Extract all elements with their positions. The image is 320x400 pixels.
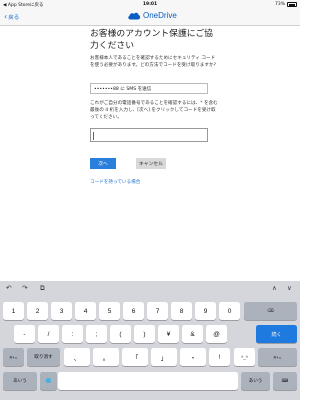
space-key[interactable] xyxy=(58,372,238,390)
backspace-key[interactable]: ⌫ xyxy=(244,302,297,320)
hide-keyboard-key[interactable]: ⌨ xyxy=(273,372,297,390)
description-text: お客様本人であることを確認するためにセキュリティ コードを使う必要があります。ど… xyxy=(90,56,217,69)
key-ampersand[interactable]: & xyxy=(182,325,203,343)
nav-bar: ‹ 戻る OneDrive xyxy=(0,9,300,26)
kana-key-right[interactable]: あいう xyxy=(241,372,270,390)
chevron-left-icon: ‹ xyxy=(4,12,8,21)
battery-percent: 73% xyxy=(274,2,285,7)
cancel-button[interactable]: キャンセル xyxy=(136,158,166,169)
key-bracket-close[interactable]: 」 xyxy=(151,348,177,366)
redo-icon[interactable]: ↷ xyxy=(22,284,27,292)
key-period-jp[interactable]: 。 xyxy=(93,348,119,366)
key-comma-jp[interactable]: 、 xyxy=(64,348,90,366)
clock: 19:01 xyxy=(142,2,158,7)
key-colon[interactable]: : xyxy=(62,325,83,343)
keyboard-toolbar: ↶ ↷ ⧉ ∧ ∨ xyxy=(0,281,300,296)
next-button[interactable]: 次へ xyxy=(90,158,116,169)
page-title: お客様のアカウント保護にご協力ください xyxy=(90,29,213,51)
symbols-key-left[interactable]: #+= xyxy=(3,348,24,366)
key-9[interactable]: 9 xyxy=(195,302,216,320)
paste-icon[interactable]: ⧉ xyxy=(40,284,45,293)
keyboard-hide-icon: ⌨ xyxy=(281,378,289,383)
key-middle-dot[interactable]: ・ xyxy=(180,348,206,366)
key-5[interactable]: 5 xyxy=(99,302,120,320)
key-1[interactable]: 1 xyxy=(3,302,24,320)
onedrive-brand: OneDrive xyxy=(127,11,177,20)
brand-title: OneDrive xyxy=(143,11,177,20)
method-selected-value: •••••••88 に SMS を送信 xyxy=(94,86,152,92)
key-at[interactable]: @ xyxy=(206,325,227,343)
kana-key-left[interactable]: あいう xyxy=(3,372,37,390)
status-bar: ◀ App Storeに戻る 19:01 73% xyxy=(0,0,300,9)
key-2[interactable]: 2 xyxy=(27,302,48,320)
kaomoji-key[interactable]: ^_^ xyxy=(234,348,255,366)
back-label: 戻る xyxy=(8,15,20,21)
verification-method-select[interactable]: •••••••88 に SMS を送信 xyxy=(90,83,208,94)
cloud-icon xyxy=(128,12,141,20)
key-6[interactable]: 6 xyxy=(123,302,144,320)
globe-icon: 🌐 xyxy=(45,378,52,383)
battery-icon xyxy=(287,2,297,7)
globe-key[interactable]: 🌐 xyxy=(40,372,57,390)
undo-key[interactable]: 取り消す xyxy=(27,348,60,366)
chevron-down-icon[interactable]: ∨ xyxy=(287,284,292,292)
key-semicolon[interactable]: ; xyxy=(86,325,107,343)
key-paren-close[interactable]: ) xyxy=(134,325,155,343)
chevron-up-icon[interactable]: ∧ xyxy=(272,284,277,292)
key-slash[interactable]: / xyxy=(38,325,59,343)
key-7[interactable]: 7 xyxy=(147,302,168,320)
symbols-key-right[interactable]: #+= xyxy=(258,348,297,366)
key-8[interactable]: 8 xyxy=(171,302,192,320)
key-exclamation[interactable]: ! xyxy=(209,348,230,366)
text-caret xyxy=(93,132,94,140)
key-paren-open[interactable]: ( xyxy=(110,325,131,343)
phone-digits-input[interactable] xyxy=(90,128,208,142)
back-button[interactable]: ‹ 戻る xyxy=(4,12,20,22)
have-code-link[interactable]: コードを持っている場合 xyxy=(90,179,140,185)
verify-instructions: これがご自分の電話番号であることを確認するには、* を含む最後の 4 桁を入力し… xyxy=(90,101,218,120)
key-0[interactable]: 0 xyxy=(219,302,240,320)
backspace-icon: ⌫ xyxy=(267,308,274,313)
return-key[interactable]: 続く xyxy=(256,325,297,343)
key-yen[interactable]: ¥ xyxy=(158,325,179,343)
key-hyphen[interactable]: - xyxy=(14,325,35,343)
battery-indicator: 73% xyxy=(275,2,297,7)
key-bracket-open[interactable]: 「 xyxy=(122,348,148,366)
on-screen-keyboard: ↶ ↷ ⧉ ∧ ∨ 1 2 3 4 5 6 7 8 9 0 ⌫ - / : ; … xyxy=(0,281,300,400)
key-3[interactable]: 3 xyxy=(51,302,72,320)
key-4[interactable]: 4 xyxy=(75,302,96,320)
undo-icon[interactable]: ↶ xyxy=(6,284,11,292)
